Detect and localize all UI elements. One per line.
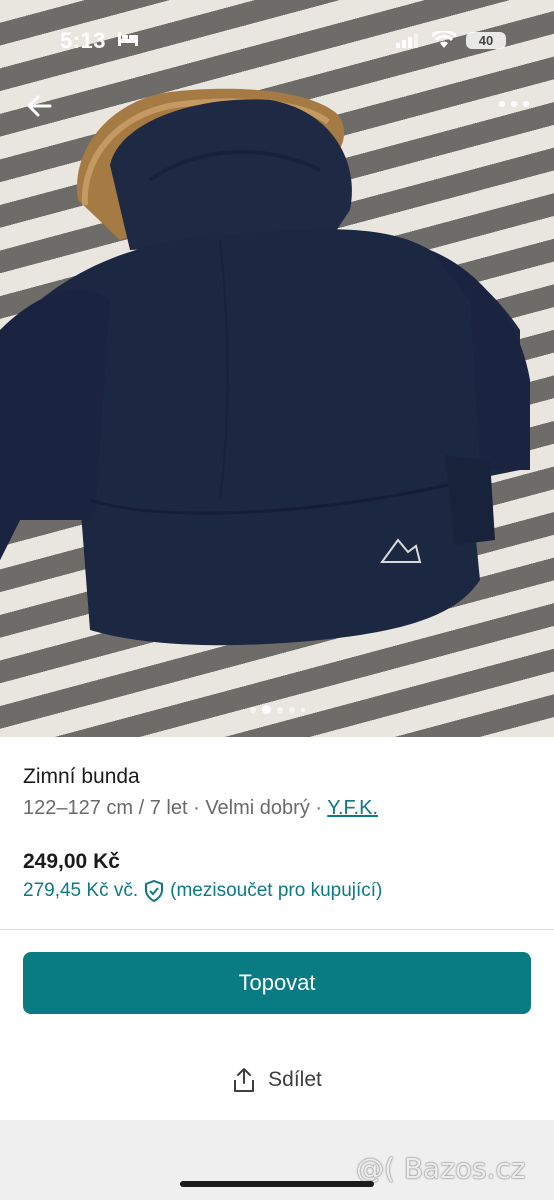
- listing-price: 249,00 Kč: [23, 850, 120, 873]
- status-bar: 5:13 40: [0, 0, 554, 60]
- listing-details: 122–127 cm / 7 let · Velmi dobrý ·: [23, 797, 328, 819]
- listing-meta: 122–127 cm / 7 let · Velmi dobrý · Y.F.K…: [23, 797, 533, 820]
- sleep-mode-icon: [118, 32, 138, 46]
- brand-link[interactable]: Y.F.K.: [327, 797, 378, 819]
- carousel-indicator: [250, 705, 305, 714]
- home-indicator[interactable]: [180, 1181, 374, 1187]
- share-icon: [234, 1068, 255, 1092]
- buyer-total-value: 279,45 Kč vč.: [23, 880, 139, 901]
- more-dots-icon: [499, 101, 529, 107]
- listing-photo[interactable]: 5:13 40: [0, 0, 554, 737]
- listing-title: Zimní bunda: [23, 765, 140, 788]
- more-options-button[interactable]: [496, 92, 532, 116]
- wifi-icon: [430, 29, 458, 54]
- arrow-left-icon: [27, 95, 52, 117]
- promote-button[interactable]: Topovat: [23, 952, 531, 1014]
- carousel-dot: [250, 706, 256, 713]
- carousel-dot: [301, 707, 305, 712]
- share-button[interactable]: Sdílet: [0, 1060, 554, 1100]
- watermark: @( Bazos.cz: [356, 1152, 526, 1185]
- share-label: Sdílet: [268, 1068, 322, 1091]
- carousel-dot-active: [262, 705, 271, 714]
- back-button[interactable]: [24, 90, 56, 122]
- carousel-dot: [289, 706, 295, 713]
- cellular-signal-icon: [396, 34, 418, 53]
- listing-info: Zimní bunda 122–127 cm / 7 let · Velmi d…: [23, 765, 533, 820]
- buyer-total-price[interactable]: 279,45 Kč vč. (mezisoučet pro kupující): [23, 880, 382, 902]
- shield-check-icon: [145, 880, 164, 902]
- battery-indicator: 40: [466, 32, 506, 49]
- carousel-dot: [277, 706, 283, 713]
- status-time: 5:13: [60, 28, 107, 53]
- jacket-image: [0, 88, 530, 646]
- buyer-total-note: (mezisoučet pro kupující): [170, 880, 383, 901]
- divider: [0, 929, 554, 930]
